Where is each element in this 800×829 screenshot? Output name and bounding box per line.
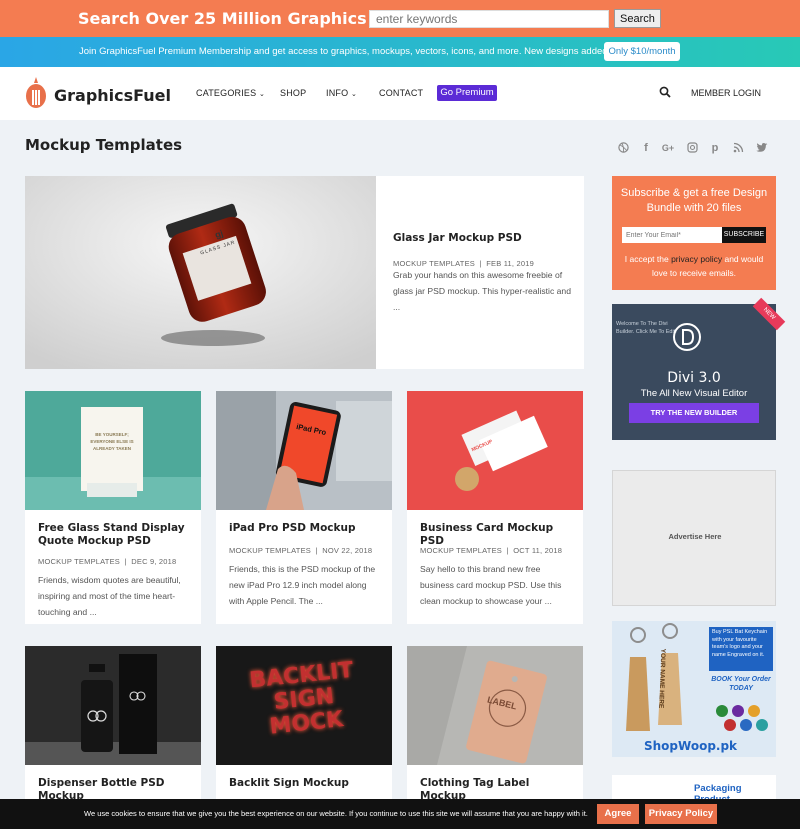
page-title: Mockup Templates xyxy=(25,136,183,154)
divi-title: Divi 3.0 xyxy=(667,370,721,386)
cookie-privacy-policy-button[interactable]: Privacy Policy xyxy=(645,804,717,824)
post-excerpt: Grab your hands on this awesome freebie … xyxy=(393,270,571,312)
chevron-down-icon: ⌄ xyxy=(351,91,358,98)
post-card[interactable]: BACKLIT SIGN MOCK Backlit Sign Mockup xyxy=(216,646,392,799)
subscribe-button[interactable]: SUBSCRIBE xyxy=(722,227,766,243)
new-ribbon: NEW xyxy=(752,297,786,331)
go-premium-button[interactable]: Go Premium xyxy=(437,85,497,101)
facebook-icon[interactable]: f xyxy=(640,142,652,154)
post-date: DEC 9, 2018 xyxy=(131,557,177,566)
post-card[interactable]: LABEL Clothing Tag Label Mockup xyxy=(407,646,583,802)
subscribe-email-input[interactable] xyxy=(622,227,722,243)
nav-item-info[interactable]: INFO ⌄ xyxy=(326,88,357,98)
post-card[interactable]: iPad Pro iPad Pro PSD Mockup MOCKUP TEMP… xyxy=(216,391,392,624)
post-card[interactable]: MOCKUP Business Card Mockup PSD MOCKUP T… xyxy=(407,391,583,624)
advertise-label: Advertise Here xyxy=(668,532,722,541)
search-button[interactable]: Search xyxy=(614,9,661,28)
post-meta: MOCKUP TEMPLATES | DEC 9, 2018 xyxy=(38,557,177,566)
nav-label: CATEGORIES xyxy=(196,88,257,98)
business-card-thumbnail[interactable] xyxy=(407,391,583,510)
search-headline: Search Over 25 Million Graphics xyxy=(78,9,367,28)
pinterest-icon[interactable]: p xyxy=(709,142,721,154)
shop-cta-text: BOOK Your Order TODAY xyxy=(711,676,771,692)
divi-ribbon-area xyxy=(612,334,776,350)
post-meta: MOCKUP TEMPLATES | NOV 22, 2018 xyxy=(229,546,373,555)
glass-jar-thumbnail[interactable] xyxy=(25,176,376,369)
nav-item-contact[interactable]: CONTACT xyxy=(379,88,423,98)
keyword-search-input[interactable] xyxy=(369,10,609,28)
twitter-icon[interactable] xyxy=(756,142,768,154)
search-icon[interactable] xyxy=(659,86,671,98)
dribbble-icon[interactable] xyxy=(617,142,629,154)
promo-text: Join GraphicsFuel Premium Membership and… xyxy=(79,46,642,57)
member-login-link[interactable]: MEMBER LOGIN xyxy=(691,88,761,98)
nav-item-shop[interactable]: SHOP xyxy=(280,88,306,98)
top-search-bar: Search Over 25 Million Graphics Search xyxy=(0,0,800,37)
privacy-consent-text: I accept the privacy policy and would lo… xyxy=(620,252,768,280)
google-plus-icon[interactable]: G+ xyxy=(661,142,675,154)
rss-icon[interactable] xyxy=(732,142,744,154)
packaging-ad-banner[interactable]: Packaging Product xyxy=(612,775,776,805)
post-category[interactable]: MOCKUP TEMPLATES xyxy=(229,546,311,555)
post-date: NOV 22, 2018 xyxy=(322,546,373,555)
instagram-icon[interactable] xyxy=(686,142,698,154)
shop-offer-text: Buy PSL Bat Keychain with your favourite… xyxy=(709,627,773,671)
privacy-policy-link[interactable]: privacy policy xyxy=(671,254,722,264)
logo-icon[interactable] xyxy=(25,77,47,109)
post-card[interactable]: BE YOURSELF; EVERYONE ELSE IS ALREADY TA… xyxy=(25,391,201,624)
post-title[interactable]: Backlit Sign Mockup xyxy=(229,777,384,790)
cookie-agree-button[interactable]: Agree xyxy=(597,804,639,824)
post-title[interactable]: Glass Jar Mockup PSD xyxy=(393,232,573,245)
premium-promo-bar: Join GraphicsFuel Premium Membership and… xyxy=(0,37,800,67)
consent-text: I accept the xyxy=(624,254,672,264)
post-title[interactable]: Business Card Mockup PSD xyxy=(420,522,575,548)
post-title[interactable]: iPad Pro PSD Mockup xyxy=(229,522,384,535)
ipad-pro-thumbnail[interactable] xyxy=(216,391,392,510)
nav-item-categories[interactable]: CATEGORIES ⌄ xyxy=(196,88,265,98)
shopwoop-ad-banner[interactable]: YOUR NAME HERE Buy PSL Bat Keychain with… xyxy=(612,621,776,757)
premium-price-button[interactable]: Only $10/month xyxy=(604,42,680,61)
featured-post-card[interactable]: gj GLASS JAR Glass Jar Mockup PSD MOCKUP… xyxy=(25,176,584,369)
post-excerpt: Say hello to this brand new free busines… xyxy=(420,564,562,606)
post-meta: MOCKUP TEMPLATES | OCT 11, 2018 xyxy=(420,546,563,555)
post-category[interactable]: MOCKUP TEMPLATES xyxy=(420,546,502,555)
site-logo-text[interactable]: GraphicsFuel xyxy=(54,86,171,105)
backlit-sign-text: BACKLIT SIGN MOCK xyxy=(248,657,355,740)
dispenser-bottle-thumbnail[interactable] xyxy=(25,646,201,765)
shop-brand-logo: ShopWoop.pk xyxy=(644,739,738,753)
try-builder-button[interactable]: TRY THE NEW BUILDER xyxy=(629,403,759,423)
post-title[interactable]: Free Glass Stand Display Quote Mockup PS… xyxy=(38,522,193,548)
divi-subtitle: The All New Visual Editor xyxy=(640,388,748,399)
post-excerpt: Friends, this is the PSD mockup of the n… xyxy=(229,564,376,606)
post-card[interactable]: Dispenser Bottle PSD Mockup xyxy=(25,646,201,802)
chevron-down-icon: ⌄ xyxy=(259,91,266,98)
nav-label: INFO xyxy=(326,88,349,98)
cookie-message: We use cookies to ensure that we give yo… xyxy=(84,809,588,818)
divi-ad-banner[interactable]: Welcome To The Divi Builder. Click Me To… xyxy=(612,297,786,440)
quote-text: BE YOURSELF; EVERYONE ELSE IS ALREADY TA… xyxy=(90,432,134,451)
post-date: OCT 11, 2018 xyxy=(513,546,563,555)
advertise-placeholder[interactable]: Advertise Here xyxy=(612,470,776,606)
post-excerpt: Friends, wisdom quotes are beautiful, in… xyxy=(38,575,181,617)
subscribe-heading: Subscribe & get a free Design Bundle wit… xyxy=(620,187,768,214)
subscribe-widget: Subscribe & get a free Design Bundle wit… xyxy=(612,176,776,290)
post-category[interactable]: MOCKUP TEMPLATES xyxy=(38,557,120,566)
